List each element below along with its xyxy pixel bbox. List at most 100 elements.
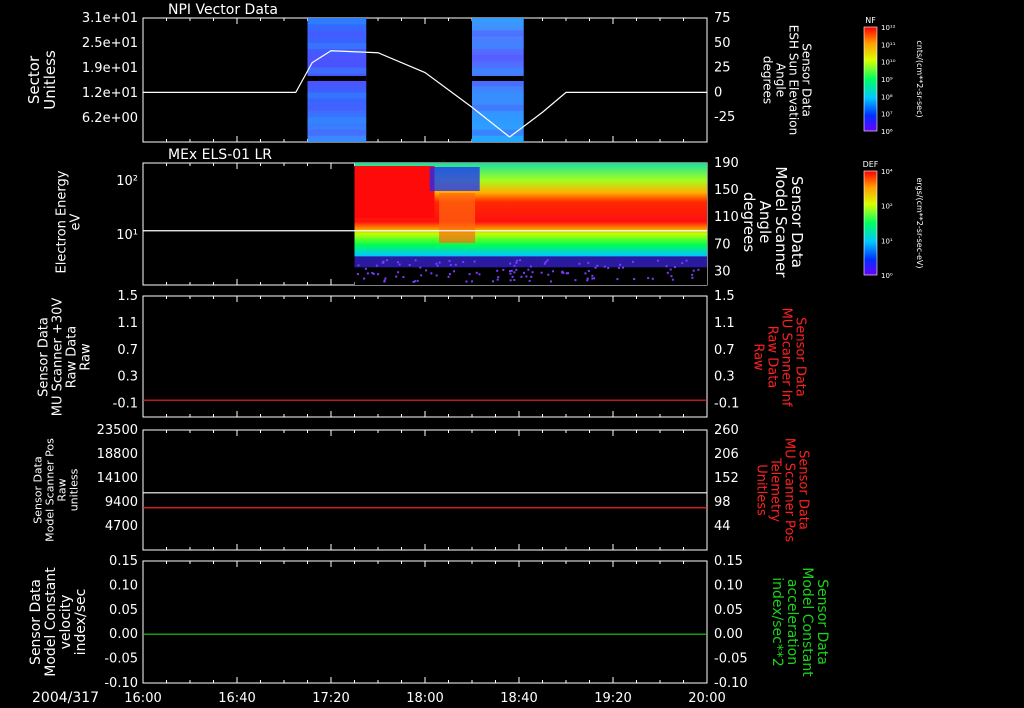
low-energy-speckle [593,277,596,280]
low-energy-speckle [398,263,401,266]
low-energy-speckle [528,279,531,282]
panel-3-right-label-line: MU Scanner Inf [779,308,794,407]
sector-band [472,92,524,99]
y-tick-label-right: 0.15 [714,554,743,569]
sector-band [307,92,367,99]
low-energy-speckle [586,279,589,282]
colorbar-nf-tick: 10⁹ [881,76,893,84]
low-energy-speckle [478,273,481,276]
sector-gap [307,76,367,81]
x-tick-label: 18:40 [500,691,537,706]
low-energy-speckle [619,263,622,266]
low-energy-speckle [587,261,590,264]
y-tick-label-left: 0.00 [109,627,138,642]
low-energy-speckle [447,275,450,278]
low-energy-speckle [651,277,654,280]
panel-5-right-label-line: index/sec**2 [769,577,785,667]
low-energy-speckle [691,276,694,279]
low-energy-speckle [515,261,518,264]
panel-3-right-label-line: Raw Data [765,326,780,389]
low-energy-speckle [591,277,594,280]
y-tick-label-right: 75 [714,11,731,26]
sector-band [307,129,367,136]
panel-4-right-label-line: Telemetry [768,457,783,522]
low-energy-speckle [513,271,516,274]
sector-band [307,67,367,74]
panel-3-left-label: Sensor Data MU Scanner +30V Raw Data Raw [36,298,93,417]
panel-2-right-label: Sensor DataModel ScannerAngledegrees [740,166,806,278]
low-energy-speckle [544,261,547,264]
sector-band [307,30,367,37]
low-energy-speckle [438,261,441,264]
panel-3-right-label-line: Sensor Data [793,317,808,397]
y-tick-label-left: -0.1 [113,397,138,412]
low-energy-speckle [523,271,526,274]
y-tick-label-right: 110 [714,210,739,225]
y-tick-label-right: 0 [714,85,722,100]
y-tick-label-right: 0.3 [714,370,735,385]
low-energy-speckle [691,273,694,276]
low-energy-speckle [674,266,677,269]
panel-5-left-label-line: velocity [58,595,74,650]
low-energy-speckle [453,270,456,273]
colorbar-nf [863,26,878,132]
colorbar-def-tick: 10⁰ [881,272,893,280]
panel-4-right-label: Sensor DataMU Scanner PosTelemetryUnitle… [754,438,811,543]
electron-spectrogram-disturbed [439,193,476,243]
sector-band [307,18,367,25]
y-tick-label-right: 190 [714,156,739,171]
colorbar-nf-tick: 10⁸ [881,93,893,101]
colorbar-nf-tick: 10⁶ [881,128,893,136]
low-energy-speckle [436,264,439,267]
panel-1-right-label-line: degrees [761,56,775,104]
low-energy-speckle [357,264,360,267]
panel-3-right-label-line: Raw [751,343,766,371]
panel-5-left-label: Sensor Data Model Constant velocityindex/s… [28,567,89,677]
panel-2-right-label-line: degrees [740,192,758,253]
low-energy-speckle [587,270,590,273]
x-tick-label: 17:20 [312,691,349,706]
low-energy-speckle [397,271,400,274]
y-tick-label-left: 1.5 [117,289,138,304]
low-energy-speckle [448,273,451,276]
low-energy-speckle [665,265,668,268]
low-energy-speckle [471,280,474,283]
panel-5-left-label-line: Model Constant [43,567,59,677]
y-tick-label-left: 1.2e+01 [82,86,138,101]
panel-3-left-label-line: Raw Data [64,326,79,389]
low-energy-speckle [513,264,516,267]
panel-frame [142,560,708,684]
colorbar-nf-unit-text: cnts/(cm**2-sr-sec) [915,40,924,117]
panel-3-left-label-line: Sensor Data [36,317,51,397]
y-tick-label-right: 206 [714,447,739,462]
panel-3-right-label: Sensor DataMU Scanner InfRaw DataRaw [751,308,808,407]
low-energy-speckle [669,268,672,271]
low-energy-speckle [383,279,386,282]
panel-5-left-label-line: Sensor Data [28,579,44,665]
low-energy-speckle [692,269,695,272]
low-energy-speckle [584,272,587,275]
panel-5-left-label-line: index/sec [73,589,89,656]
low-energy-speckle [419,266,422,269]
multi-panel-time-series-chart: 16:00 16:40 17:20 18:00 18:40 19:20 20:00 NPI V… [25,2,924,706]
y-tick-label-left: -0.05 [104,652,138,667]
panel-1-right-label-line: Sensor Data [800,43,814,117]
low-energy-speckle [449,264,452,267]
low-energy-speckle [633,277,636,280]
y-tick-label-right: 30 [714,264,731,279]
y-tick-label-right: 1.1 [714,316,735,331]
y-tick-label-left: 0.15 [109,554,138,569]
low-energy-speckle [408,263,411,266]
panel-4-left-label-line: unitless [68,468,81,511]
low-energy-speckle [552,270,555,273]
low-energy-speckle [430,272,433,275]
low-energy-speckle [412,280,415,283]
panel-5-right-label-line: acceleration [784,579,800,665]
y-tick-label-right: 0.00 [714,627,743,642]
low-energy-speckle [574,279,577,282]
y-tick-label-right: 44 [714,519,731,534]
panel-1-title: NPI Vector Data [168,2,278,18]
y-tick-label-left: 0.05 [109,603,138,618]
y-tick-label-left: 4700 [105,519,138,534]
low-energy-speckle [356,273,359,276]
